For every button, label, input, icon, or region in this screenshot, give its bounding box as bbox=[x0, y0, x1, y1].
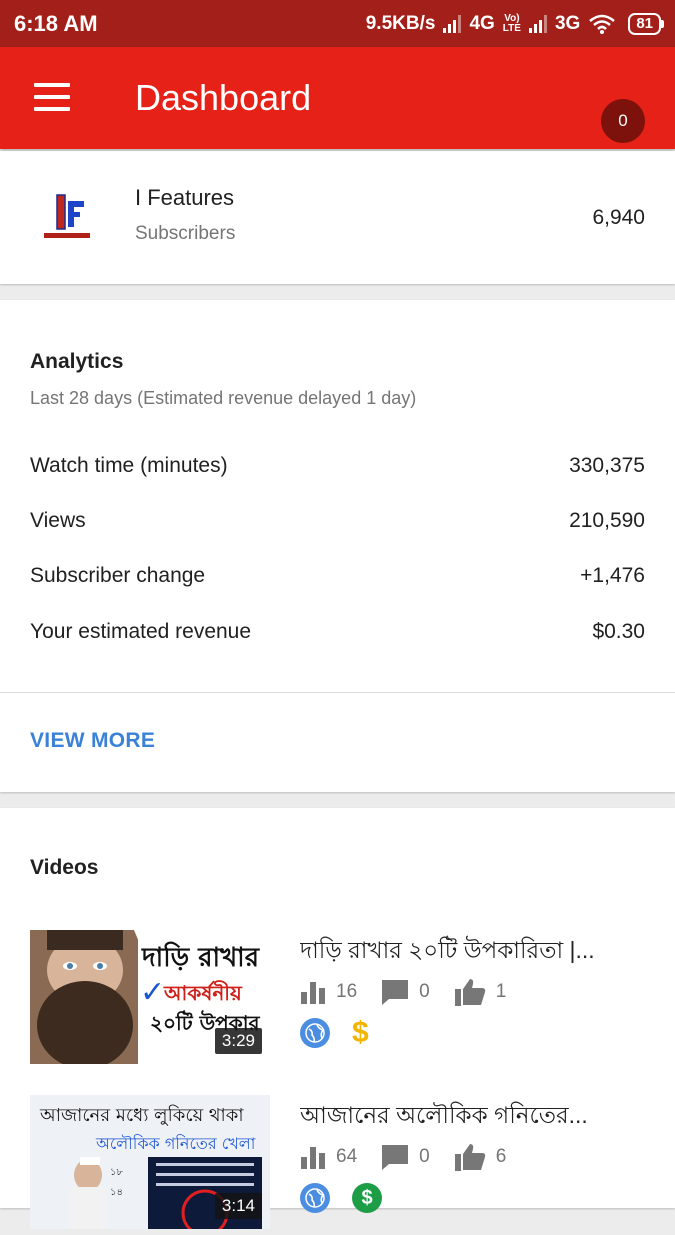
likes-stat: 1 bbox=[454, 978, 506, 1006]
status-time: 6:18 AM bbox=[14, 10, 98, 36]
thumbs-up-icon bbox=[454, 979, 485, 1006]
analytics-card: Analytics Last 28 days (Estimated revenu… bbox=[0, 300, 675, 792]
status-bar: 6:18 AM 9.5KB/s 4G Vo) LTE 3G 81 bbox=[0, 0, 675, 47]
wifi-icon bbox=[589, 14, 616, 34]
channel-logo bbox=[38, 191, 96, 247]
status-icons: 9.5KB/s 4G Vo) LTE 3G 81 bbox=[365, 12, 664, 35]
network-type-4g: 4G bbox=[469, 12, 495, 34]
video-thumbnail[interactable]: দাড়ি রাখার ✓ আকর্ষনীয় ২০টি উপকার 3:29 bbox=[30, 930, 270, 1064]
public-globe-icon bbox=[300, 1183, 330, 1213]
svg-text:১৪: ১৪ bbox=[110, 1187, 123, 1198]
svg-text:১৮: ১৮ bbox=[110, 1167, 123, 1178]
svg-text:অলৌকিক গনিতের খেলা: অলৌকিক গনিতের খেলা bbox=[95, 1134, 256, 1153]
svg-text:আকর্ষনীয়: আকর্ষনীয় bbox=[163, 980, 243, 1005]
comments-stat: 0 bbox=[381, 1144, 430, 1170]
svg-text:আজানের মধ্যে লুকিয়ে থাকা: আজানের মধ্যে লুকিয়ে থাকা bbox=[39, 1105, 244, 1126]
analytics-subtitle: Last 28 days (Estimated revenue delayed … bbox=[30, 388, 417, 408]
svg-text:✓: ✓ bbox=[140, 975, 165, 1010]
metric-estimated-revenue: Your estimated revenue $0.30 bbox=[30, 620, 645, 643]
video-stats: 16 0 1 bbox=[300, 978, 530, 1006]
signal-icon bbox=[443, 14, 462, 33]
metric-subscriber-change: Subscriber change +1,476 bbox=[30, 564, 645, 587]
svg-text:দাড়ি রাখার: দাড়ি রাখার bbox=[141, 941, 261, 973]
video-item[interactable]: দাড়ি রাখার ✓ আকর্ষনীয় ২০টি উপকার 3:29 … bbox=[0, 930, 675, 1070]
hamburger-menu-icon[interactable] bbox=[34, 83, 70, 111]
view-more-button[interactable]: VIEW MORE bbox=[30, 729, 155, 753]
analytics-title: Analytics bbox=[30, 350, 124, 373]
video-duration: 3:29 bbox=[214, 1028, 262, 1054]
page-title: Dashboard bbox=[135, 77, 312, 118]
metric-views: Views 210,590 bbox=[30, 509, 645, 532]
network-type-3g: 3G bbox=[554, 12, 581, 34]
likes-stat: 6 bbox=[454, 1143, 506, 1171]
signal-icon-2 bbox=[528, 14, 547, 33]
video-thumbnail[interactable]: আজানের মধ্যে লুকিয়ে থাকা অলৌকিক গনিতের … bbox=[30, 1095, 270, 1229]
video-item[interactable]: আজানের মধ্যে লুকিয়ে থাকা অলৌকিক গনিতের … bbox=[0, 1095, 675, 1235]
comment-icon bbox=[382, 980, 409, 1005]
thumbs-up-icon bbox=[454, 1144, 485, 1171]
bar-chart-icon bbox=[301, 1147, 325, 1169]
video-duration: 3:14 bbox=[214, 1193, 262, 1219]
subscriber-count: 6,940 bbox=[592, 206, 645, 229]
bar-chart-icon bbox=[301, 982, 325, 1004]
battery-icon: 81 bbox=[628, 12, 664, 35]
videos-title: Videos bbox=[30, 856, 99, 879]
subscribers-label: Subscribers bbox=[135, 223, 236, 244]
video-flags: $ bbox=[300, 1018, 369, 1048]
views-stat: 16 bbox=[300, 980, 357, 1004]
monetization-icon: $ bbox=[352, 1183, 382, 1213]
comments-stat: 0 bbox=[381, 979, 430, 1005]
notification-badge[interactable]: 0 bbox=[601, 99, 645, 143]
video-flags: $ bbox=[300, 1183, 382, 1213]
comment-icon bbox=[382, 1145, 409, 1170]
volte-icon: Vo) LTE bbox=[502, 12, 521, 34]
video-stats: 64 0 6 bbox=[300, 1143, 530, 1171]
video-title[interactable]: আজানের অলৌকিক গনিতের... bbox=[300, 1097, 640, 1136]
views-stat: 64 bbox=[300, 1145, 357, 1169]
metric-watch-time: Watch time (minutes) 330,375 bbox=[30, 454, 645, 477]
video-title[interactable]: দাড়ি রাখার ২০টি উপকারিতা |... bbox=[300, 932, 640, 971]
videos-card: Videos দাড়ি রাখার ✓ আকর্ষনীয় ২০টি উপকা… bbox=[0, 808, 675, 1229]
app-bar: Dashboard 0 bbox=[0, 47, 675, 149]
channel-name: I Features bbox=[135, 185, 235, 210]
channel-card[interactable]: I Features Subscribers 6,940 bbox=[0, 151, 675, 284]
network-speed: 9.5KB/s bbox=[365, 12, 436, 34]
public-globe-icon bbox=[300, 1018, 330, 1048]
monetization-icon: $ bbox=[352, 1016, 369, 1049]
